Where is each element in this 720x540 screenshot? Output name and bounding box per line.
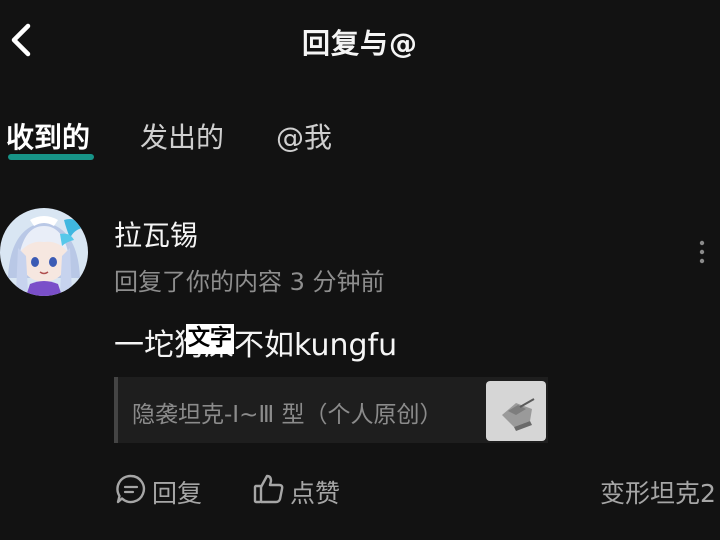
- page-title: 回复与@: [301, 27, 418, 60]
- anime-avatar-image: [0, 208, 88, 296]
- quoted-content-card[interactable]: 隐袭坦克-Ⅰ~Ⅲ 型（个人原创）: [114, 377, 548, 443]
- more-vertical-icon: [699, 240, 705, 264]
- tank-model-thumbnail: [486, 381, 546, 441]
- tab-mentions[interactable]: @我: [276, 116, 332, 156]
- tab-sent[interactable]: 发出的: [140, 116, 224, 156]
- source-link[interactable]: 变形坦克2: [600, 474, 716, 510]
- comment-bubble-icon: [116, 474, 146, 504]
- avatar[interactable]: [0, 208, 88, 296]
- quoted-content-thumbnail: [486, 381, 546, 441]
- notification-meta: 回复了你的内容 3 分钟前: [114, 268, 385, 296]
- like-button[interactable]: 点赞: [252, 470, 352, 510]
- more-options-button[interactable]: [690, 232, 714, 272]
- quote-bar: [114, 377, 118, 443]
- text-overlay-label: 文字: [186, 324, 235, 354]
- like-label: 点赞: [290, 479, 341, 508]
- reply-label: 回复: [152, 479, 203, 508]
- top-bar: 回复与@: [0, 0, 720, 84]
- username[interactable]: 拉瓦锡: [114, 214, 198, 254]
- reply-button[interactable]: 回复: [114, 470, 214, 510]
- tab-bar: 收到的 发出的 @我: [0, 116, 720, 166]
- quoted-content-title: 隐袭坦克-Ⅰ~Ⅲ 型（个人原创）: [132, 402, 443, 428]
- comment-text: 一坨狗屎不如kungfu: [114, 328, 398, 363]
- thumbs-up-icon: [253, 474, 284, 504]
- tab-received[interactable]: 收到的: [6, 116, 90, 156]
